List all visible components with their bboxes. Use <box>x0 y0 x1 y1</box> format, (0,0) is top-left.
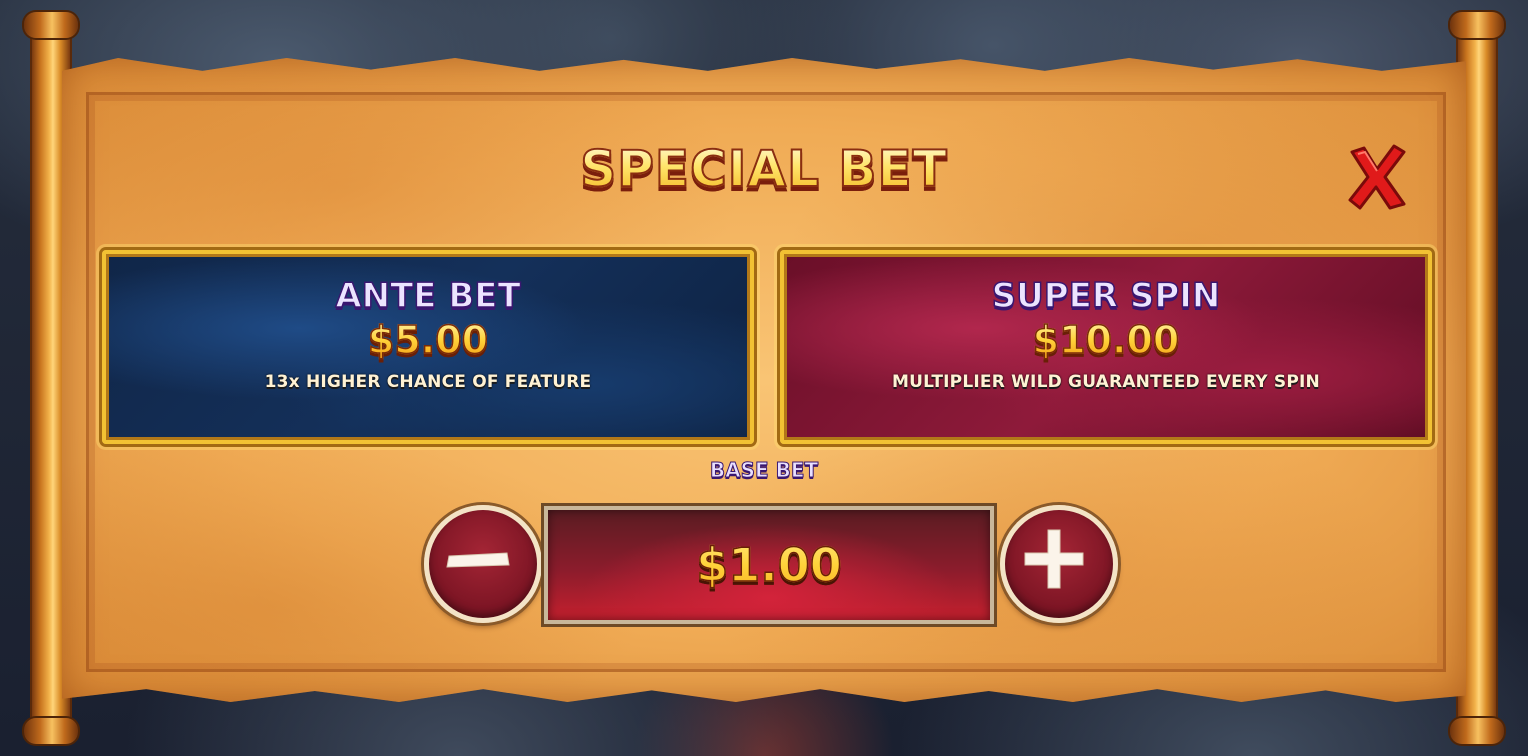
minus-icon <box>446 552 510 568</box>
base-bet-label: BASE BET <box>709 458 819 483</box>
scroll-cap-top-left <box>24 12 78 38</box>
close-x-icon <box>1348 144 1406 210</box>
close-button[interactable] <box>1344 142 1410 212</box>
scroll-cap-bottom-left <box>24 718 78 744</box>
super-spin-title: SUPER SPIN <box>991 275 1221 317</box>
base-bet-display: $1.00 <box>544 506 994 624</box>
decrease-bet-button[interactable] <box>424 505 542 623</box>
super-spin-option[interactable]: SUPER SPIN $10.00 MULTIPLIER WILD GUARAN… <box>780 250 1432 444</box>
ante-bet-title: ANTE BET <box>335 275 522 317</box>
ante-bet-description: 13x HIGHER CHANCE OF FEATURE <box>264 372 592 392</box>
ante-bet-option[interactable]: ANTE BET $5.00 13x HIGHER CHANCE OF FEAT… <box>102 250 754 444</box>
increase-bet-button[interactable] <box>1000 505 1118 623</box>
dialog-title: SPECIAL BET <box>0 139 1528 199</box>
super-spin-price: $10.00 <box>784 317 1428 363</box>
scroll-cap-top-right <box>1450 12 1504 38</box>
scroll-cap-bottom-right <box>1450 718 1504 744</box>
super-spin-description: MULTIPLIER WILD GUARANTEED EVERY SPIN <box>892 372 1320 392</box>
ante-bet-price: $5.00 <box>106 317 750 363</box>
base-bet-value: $1.00 <box>548 510 990 620</box>
plus-icon <box>1024 529 1084 589</box>
